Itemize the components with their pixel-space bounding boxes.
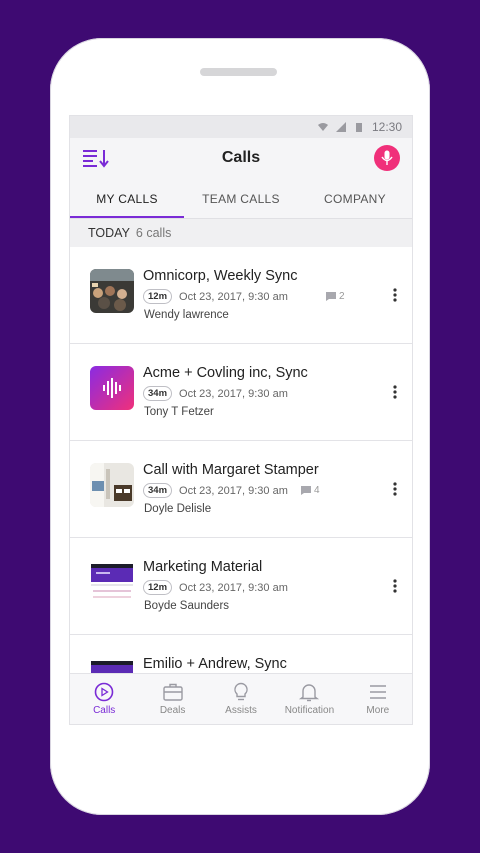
call-meta: 12m Oct 23, 2017, 9:30 am (143, 289, 288, 304)
call-meta: 34m Oct 23, 2017, 9:30 am (143, 483, 288, 498)
call-duration-badge: 12m (143, 289, 173, 304)
more-options-icon[interactable] (390, 578, 400, 594)
more-options-icon[interactable] (390, 481, 400, 497)
call-thumbnail (90, 560, 134, 604)
comment-count-value: 4 (314, 485, 320, 496)
call-date: Oct 23, 2017, 9:30 am (179, 387, 288, 400)
section-header-today: TODAY 6 calls (70, 219, 412, 247)
call-participant: Wendy lawrence (144, 309, 229, 321)
call-title: Call with Margaret Stamper (143, 462, 319, 478)
call-date: Oct 23, 2017, 9:30 am (179, 484, 288, 497)
call-title: Acme + Covling inc, Sync (143, 365, 308, 381)
nav-label: Deals (159, 705, 186, 716)
nav-label: More (366, 705, 390, 716)
call-date: Oct 23, 2017, 9:30 am (179, 290, 288, 303)
battery-icon (355, 123, 362, 132)
tab-company[interactable]: COMPANY (298, 180, 412, 218)
record-button[interactable] (374, 145, 400, 171)
call-date: Oct 23, 2017, 9:30 am (179, 581, 288, 594)
tab-my-calls[interactable]: MY CALLS (70, 180, 184, 218)
hamburger-icon (369, 685, 386, 699)
call-list-item[interactable]: Omnicorp, Weekly Sync 12m Oct 23, 2017, … (70, 247, 412, 344)
comment-count: 4 (301, 485, 320, 496)
nav-notification[interactable]: Notification (275, 674, 343, 724)
bell-icon (299, 684, 320, 702)
comment-count-value: 2 (339, 291, 345, 302)
nav-assists[interactable]: Assists (207, 674, 275, 724)
section-label: TODAY (88, 226, 130, 240)
phone-speaker (200, 68, 277, 76)
call-meta: 34m Oct 23, 2017, 9:30 am (143, 386, 288, 401)
call-thumbnail (90, 463, 134, 507)
calls-list: Omnicorp, Weekly Sync 12m Oct 23, 2017, … (70, 247, 412, 724)
call-meta: 12m Oct 23, 2017, 9:30 am (143, 580, 288, 595)
status-time: 12:30 (371, 120, 402, 134)
call-title: Emilio + Andrew, Sync (143, 656, 287, 672)
tab-bar: MY CALLS TEAM CALLS COMPANY (70, 180, 412, 219)
microphone-icon (381, 150, 393, 165)
call-participant: Tony T Fetzer (144, 406, 214, 418)
call-thumbnail (90, 269, 134, 313)
more-options-icon[interactable] (390, 384, 400, 400)
comment-icon (301, 486, 311, 495)
signal-icon (335, 122, 346, 132)
call-thumbnail (90, 366, 134, 410)
call-duration-badge: 12m (143, 580, 173, 595)
app-screen: 12:30 Calls MY CALLS TEAM CALLS COMPANY … (69, 115, 413, 725)
call-title: Marketing Material (143, 559, 263, 575)
nav-label: Notification (284, 705, 335, 716)
nav-label: Calls (93, 705, 116, 716)
nav-label: Assists (225, 705, 257, 716)
call-duration-badge: 34m (143, 483, 173, 498)
call-title: Omnicorp, Weekly Sync (143, 268, 298, 284)
briefcase-icon (162, 683, 183, 701)
call-duration-badge: 34m (143, 386, 173, 401)
nav-calls[interactable]: Calls (70, 674, 138, 724)
nav-more[interactable]: More (344, 674, 412, 724)
bulb-icon (234, 682, 248, 701)
bottom-navigation: Calls Deals Assists Notification More (70, 673, 412, 724)
status-bar: 12:30 (70, 116, 412, 138)
app-bar: Calls (70, 138, 412, 180)
call-participant: Doyle Delisle (144, 503, 212, 515)
call-list-item[interactable]: Call with Margaret Stamper 34m Oct 23, 2… (70, 441, 412, 538)
wifi-icon (317, 123, 328, 131)
section-count: 6 calls (135, 226, 172, 240)
call-list-item[interactable]: Acme + Covling inc, Sync 34m Oct 23, 201… (70, 344, 412, 441)
page-title: Calls (221, 149, 261, 166)
call-participant: Boyde Saunders (144, 600, 230, 612)
call-list-item[interactable]: Marketing Material 12m Oct 23, 2017, 9:3… (70, 538, 412, 635)
more-options-icon[interactable] (390, 287, 400, 303)
comment-icon (326, 292, 336, 301)
phone-frame: 12:30 Calls MY CALLS TEAM CALLS COMPANY … (50, 38, 430, 815)
comment-count: 2 (326, 291, 345, 302)
play-circle-icon (94, 682, 114, 702)
tab-team-calls[interactable]: TEAM CALLS (184, 180, 298, 218)
nav-deals[interactable]: Deals (138, 674, 206, 724)
